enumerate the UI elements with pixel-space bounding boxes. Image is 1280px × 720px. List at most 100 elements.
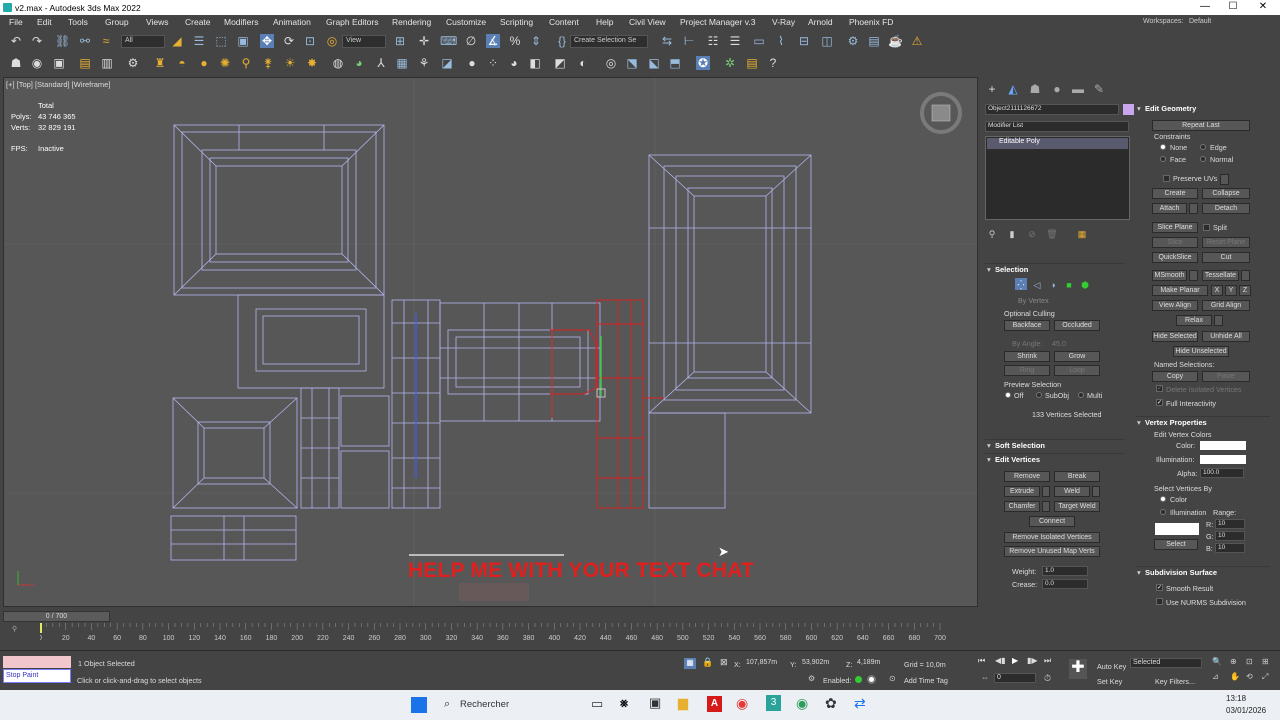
enabled-radio-icon[interactable] xyxy=(867,675,876,684)
remove-modifier-icon[interactable]: 🗑 xyxy=(1045,227,1059,241)
preview-multi-radio[interactable] xyxy=(1078,392,1084,398)
teapot-icon[interactable]: ☗ xyxy=(9,56,23,70)
save-icon[interactable]: ▣ xyxy=(52,56,66,70)
element-level-icon[interactable]: ⬢ xyxy=(1079,278,1091,290)
pivot-center-icon[interactable]: ⊞ xyxy=(393,34,407,48)
vray-physical-camera-icon[interactable]: ◍ xyxy=(331,56,345,70)
utilities-tab-icon[interactable]: ✎ xyxy=(1092,82,1106,96)
bind-spacewarp-icon[interactable]: ≈ xyxy=(99,34,113,48)
select-by-name-icon[interactable]: ☰ xyxy=(192,34,206,48)
delete-isolated-checkbox[interactable]: ✓ xyxy=(1156,385,1163,392)
menu-views[interactable]: Views xyxy=(146,17,169,27)
vray-vfb-icon[interactable]: ▥ xyxy=(100,56,114,70)
toggle-scene-explorer-icon[interactable]: ☰ xyxy=(728,34,742,48)
configure-sets-icon[interactable]: ▦ xyxy=(1075,227,1089,241)
help-icon[interactable]: ? xyxy=(766,56,780,70)
previous-frame-icon[interactable]: ◀▮ xyxy=(995,656,1006,665)
select-by-color-radio[interactable] xyxy=(1160,496,1166,502)
zoom-icon[interactable]: 🔍 xyxy=(1212,657,1222,666)
auto-key-button[interactable]: Auto Key xyxy=(1097,662,1126,671)
remove-button[interactable]: Remove xyxy=(1004,471,1050,482)
absolute-mode-icon[interactable]: ⊠ xyxy=(720,657,728,668)
modifier-stack[interactable]: Editable Poly xyxy=(985,136,1130,220)
percent-snap-icon[interactable]: % xyxy=(508,34,522,48)
vray-sun-icon[interactable]: ⚲ xyxy=(239,56,253,70)
menu-rendering[interactable]: Rendering xyxy=(392,17,431,27)
named-selection-dropdown[interactable]: Create Selection Se xyxy=(570,35,648,48)
layer-explorer-icon[interactable]: ☷ xyxy=(706,34,720,48)
menu-project-manager[interactable]: Project Manager v.3 xyxy=(680,17,755,27)
planarize-x-button[interactable]: X xyxy=(1211,285,1223,296)
vray-ambient-light-icon[interactable]: ✸ xyxy=(305,56,319,70)
timeline-config-icon[interactable]: ⚲ xyxy=(12,625,17,633)
angle-value[interactable]: 45.0 xyxy=(1052,339,1066,348)
redo-icon[interactable]: ↷ xyxy=(30,34,44,48)
vray-ambient-icon[interactable]: ☀ xyxy=(283,56,297,70)
alpha-spinner[interactable]: 100.0 xyxy=(1200,468,1244,478)
time-configuration-icon[interactable]: ⏱ xyxy=(1044,673,1051,684)
remove-isolated-vertices-button[interactable]: Remove Isolated Vertices xyxy=(1004,532,1100,543)
vray-proxy-icon[interactable]: ◕ xyxy=(352,56,366,70)
break-button[interactable]: Break xyxy=(1054,471,1100,482)
maxscript-listener-pink[interactable] xyxy=(3,656,71,668)
msmooth-button[interactable]: MSmooth xyxy=(1152,270,1187,281)
enabled-toggle[interactable] xyxy=(855,676,862,683)
menu-group[interactable]: Group xyxy=(105,17,129,27)
edit-vertices-rollout-header[interactable]: Edit Vertices xyxy=(985,453,1125,466)
constraint-face-radio[interactable] xyxy=(1160,156,1166,162)
backface-button[interactable]: Backface xyxy=(1004,320,1050,331)
vray-mesh-export-icon[interactable]: ◪ xyxy=(440,56,454,70)
render-production-icon[interactable]: ☕ xyxy=(888,34,903,48)
select-by-color-button[interactable]: Select xyxy=(1154,539,1198,550)
add-time-tag-label[interactable]: Add Time Tag xyxy=(904,676,948,685)
x-coordinate-field[interactable]: 107,857m xyxy=(744,659,788,669)
tessellate-button[interactable]: Tessellate xyxy=(1202,270,1239,281)
vray-fur-icon[interactable]: ⅄ xyxy=(374,56,388,70)
acrobat-icon[interactable]: A xyxy=(707,696,722,712)
select-by-illumination-radio[interactable] xyxy=(1160,509,1166,515)
create-tab-icon[interactable]: + xyxy=(985,82,999,96)
object-name-field[interactable]: Object2111126672 xyxy=(985,104,1119,115)
menu-tools[interactable]: Tools xyxy=(68,17,88,27)
vray-dome-icon[interactable]: ◓ xyxy=(175,56,189,70)
make-unique-icon[interactable]: ⊘ xyxy=(1025,227,1039,241)
repeat-last-button[interactable]: Repeat Last xyxy=(1152,120,1250,131)
set-key-button[interactable]: Set Key xyxy=(1097,677,1122,686)
teamviewer-icon[interactable]: ⇄ xyxy=(854,695,866,712)
orbit-icon[interactable]: ⟲ xyxy=(1246,672,1253,681)
phoenix-icon[interactable]: ✪ xyxy=(696,56,710,70)
render-icon[interactable]: ◉ xyxy=(30,56,44,70)
material-editor-icon[interactable]: ◫ xyxy=(820,34,834,48)
rotate-icon[interactable]: ⟳ xyxy=(282,34,296,48)
connect-button[interactable]: Connect xyxy=(1029,516,1075,527)
motion-tab-icon[interactable]: ● xyxy=(1050,82,1064,96)
wireframe-scene[interactable] xyxy=(4,78,978,607)
zoom-extents-icon[interactable]: ⊡ xyxy=(1246,657,1253,666)
ribbon-icon[interactable]: ▭ xyxy=(752,34,766,48)
menu-edit[interactable]: Edit xyxy=(37,17,52,27)
reset-plane-button[interactable]: Reset Plane xyxy=(1202,237,1250,248)
field-of-view-icon[interactable]: ⊿ xyxy=(1212,672,1219,681)
vray-material-icon[interactable]: ◧ xyxy=(528,56,542,70)
mirror-icon[interactable]: ⇆ xyxy=(660,34,674,48)
current-frame-field[interactable]: 0 xyxy=(994,673,1036,683)
minimize-button[interactable]: — xyxy=(1190,0,1220,15)
key-mode-icon[interactable]: ⇔ xyxy=(981,673,989,682)
planarize-y-button[interactable]: Y xyxy=(1225,285,1237,296)
smooth-result-checkbox[interactable]: ✓ xyxy=(1156,584,1163,591)
close-button[interactable]: ✕ xyxy=(1248,0,1278,15)
maximize-viewport-icon[interactable]: ⤢ xyxy=(1262,672,1268,682)
menu-help[interactable]: Help xyxy=(596,17,613,27)
create-button[interactable]: Create xyxy=(1152,188,1198,199)
extrude-button[interactable]: Extrude xyxy=(1004,486,1040,497)
search-icon[interactable]: ⌕ xyxy=(444,698,450,711)
viewcube[interactable] xyxy=(920,92,962,134)
pin-stack-icon[interactable]: ⚲ xyxy=(985,227,999,241)
key-mode-dropdown[interactable]: Selected xyxy=(1130,658,1202,668)
weight-spinner[interactable]: 1.0 xyxy=(1042,566,1088,576)
windows-start-icon[interactable] xyxy=(411,697,427,713)
grid-align-button[interactable]: Grid Align xyxy=(1202,300,1250,311)
loop-button[interactable]: Loop xyxy=(1054,365,1100,376)
vray-ies-icon[interactable]: ✺ xyxy=(218,56,232,70)
full-interactivity-checkbox[interactable]: ✓ xyxy=(1156,399,1163,406)
